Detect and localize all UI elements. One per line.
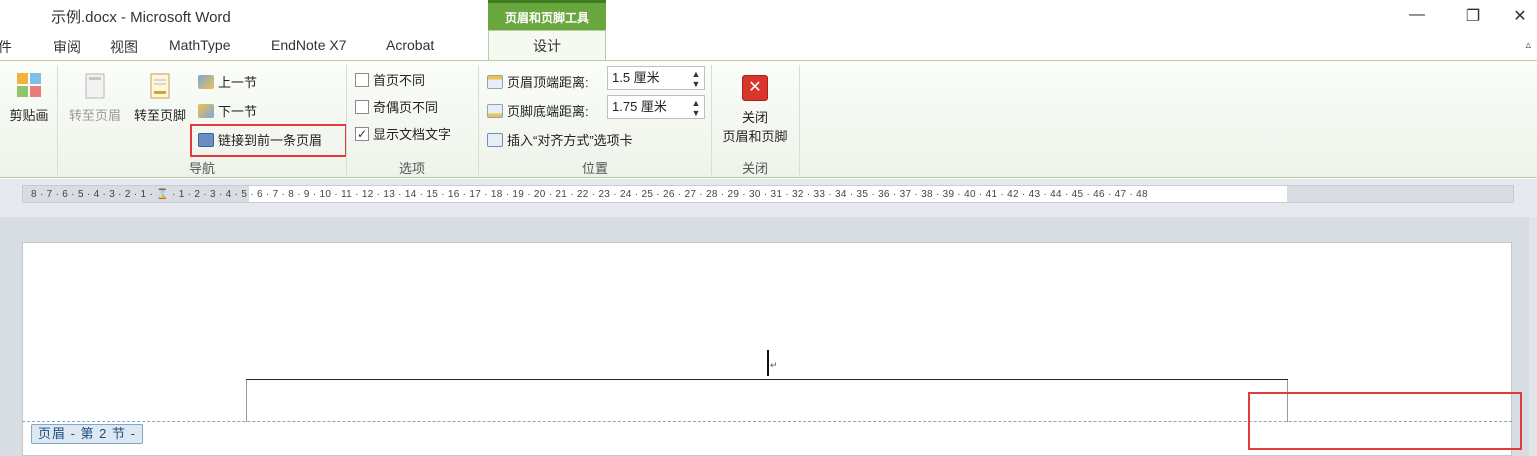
margin-corner-left <box>246 380 247 422</box>
header-top-distance-label: 页眉顶端距离: <box>507 75 589 90</box>
insert-alignment-tab-button[interactable]: 插入“对齐方式”选项卡 <box>487 130 633 149</box>
next-section-button[interactable]: 下一节 <box>198 101 257 120</box>
clipart-button[interactable]: 剪贴画 <box>4 71 54 124</box>
prev-section-label: 上一节 <box>218 75 258 90</box>
insert-alignment-tab-icon <box>487 132 503 147</box>
highlight-box-header-area <box>1248 392 1522 450</box>
close-header-footer-icon: ✕ <box>742 75 768 101</box>
ribbon: 剪贴画 转至页眉 转至页脚 上一节 下一节 链接到前一条页眉 导航 首页不同 奇… <box>0 60 1537 178</box>
footer-bottom-distance-input[interactable]: 1.75 厘米 ▲▼ <box>607 95 705 119</box>
tab-endnote[interactable]: EndNote X7 <box>271 37 347 53</box>
odd-even-different-checkbox[interactable]: 奇偶页不同 <box>355 97 438 116</box>
footer-bottom-distance-value: 1.75 厘米 <box>612 99 667 114</box>
goto-header-button: 转至页眉 <box>63 71 127 124</box>
context-tab-header-footer-tools: 页眉和页脚工具 <box>488 0 606 30</box>
close-window-button[interactable]: ✕ <box>1505 6 1535 26</box>
paragraph-mark: ↵ <box>770 360 778 370</box>
collapse-ribbon-icon[interactable]: ▵ <box>1525 38 1531 51</box>
goto-footer-button[interactable]: 转至页脚 <box>128 71 192 124</box>
footer-bottom-spinner-icon[interactable]: ▲▼ <box>691 98 701 118</box>
tab-mathtype[interactable]: MathType <box>169 37 230 53</box>
goto-header-icon <box>81 71 109 101</box>
ruler-area: 8 · 7 · 6 · 5 · 4 · 3 · 2 · 1 · ⌛ · 1 · … <box>0 179 1537 217</box>
tab-review[interactable]: 审阅 <box>53 37 81 57</box>
clipart-icon <box>15 71 43 101</box>
prev-section-icon <box>198 74 214 89</box>
goto-footer-icon <box>146 71 174 101</box>
header-top-distance-icon <box>487 74 503 89</box>
header-border-line <box>246 379 1288 380</box>
footer-bottom-distance-label: 页脚底端距离: <box>507 104 589 119</box>
header-section-tag: 页眉 - 第 2 节 - <box>31 424 143 444</box>
tab-acrobat[interactable]: Acrobat <box>386 37 434 53</box>
insert-alignment-tab-label: 插入“对齐方式”选项卡 <box>507 133 633 148</box>
footer-bottom-distance-icon <box>487 103 503 118</box>
vertical-scrollbar[interactable] <box>1529 217 1537 456</box>
next-section-icon <box>198 103 214 118</box>
title-bar: 示例.docx - Microsoft Word 页眉和页脚工具 — ❐ ✕ <box>0 0 1537 34</box>
header-top-distance-value: 1.5 厘米 <box>612 70 660 85</box>
ruler-ticks: 8 · 7 · 6 · 5 · 4 · 3 · 2 · 1 · ⌛ · 1 · … <box>31 189 1148 200</box>
header-top-distance-label-row: 页眉顶端距离: <box>487 72 589 91</box>
first-page-different-box <box>355 72 369 87</box>
show-document-text-checkbox[interactable]: ✓ 显示文档文字 <box>355 124 451 143</box>
first-page-different-label: 首页不同 <box>373 73 426 88</box>
first-page-different-checkbox[interactable]: 首页不同 <box>355 70 425 89</box>
goto-header-label: 转至页眉 <box>68 108 121 123</box>
window-title: 示例.docx - Microsoft Word <box>51 9 231 26</box>
footer-bottom-distance-label-row: 页脚底端距离: <box>487 101 589 120</box>
show-document-text-box: ✓ <box>355 126 369 141</box>
tab-mailings[interactable]: 邮件 <box>0 37 12 57</box>
minimize-button[interactable]: — <box>1402 6 1432 24</box>
horizontal-ruler[interactable]: 8 · 7 · 6 · 5 · 4 · 3 · 2 · 1 · ⌛ · 1 · … <box>22 185 1514 203</box>
close-header-footer-button[interactable]: ✕ 关闭 页眉和页脚 <box>714 75 796 145</box>
header-top-spinner-icon[interactable]: ▲▼ <box>691 69 701 89</box>
group-label-navigation: 导航 <box>188 161 215 176</box>
text-cursor <box>767 350 769 376</box>
close-header-footer-label-1: 关闭 <box>741 110 768 125</box>
show-document-text-label: 显示文档文字 <box>373 127 452 142</box>
clipart-label: 剪贴画 <box>9 108 49 123</box>
odd-even-different-box <box>355 99 369 114</box>
restore-button[interactable]: ❐ <box>1458 6 1488 26</box>
tab-view[interactable]: 视图 <box>110 37 138 57</box>
group-label-options: 选项 <box>398 161 425 176</box>
group-label-close: 关闭 <box>741 161 768 176</box>
tab-design[interactable]: 设计 <box>488 30 606 62</box>
ribbon-tabs: 邮件 审阅 视图 MathType EndNote X7 Acrobat <box>0 34 1537 60</box>
group-label-position: 位置 <box>581 161 608 176</box>
odd-even-different-label: 奇偶页不同 <box>373 100 439 115</box>
close-header-footer-label-2: 页眉和页脚 <box>722 129 788 144</box>
highlight-box-link-previous <box>190 124 347 157</box>
goto-footer-label: 转至页脚 <box>133 108 186 123</box>
next-section-label: 下一节 <box>218 104 258 119</box>
prev-section-button[interactable]: 上一节 <box>198 72 257 91</box>
header-top-distance-input[interactable]: 1.5 厘米 ▲▼ <box>607 66 705 90</box>
